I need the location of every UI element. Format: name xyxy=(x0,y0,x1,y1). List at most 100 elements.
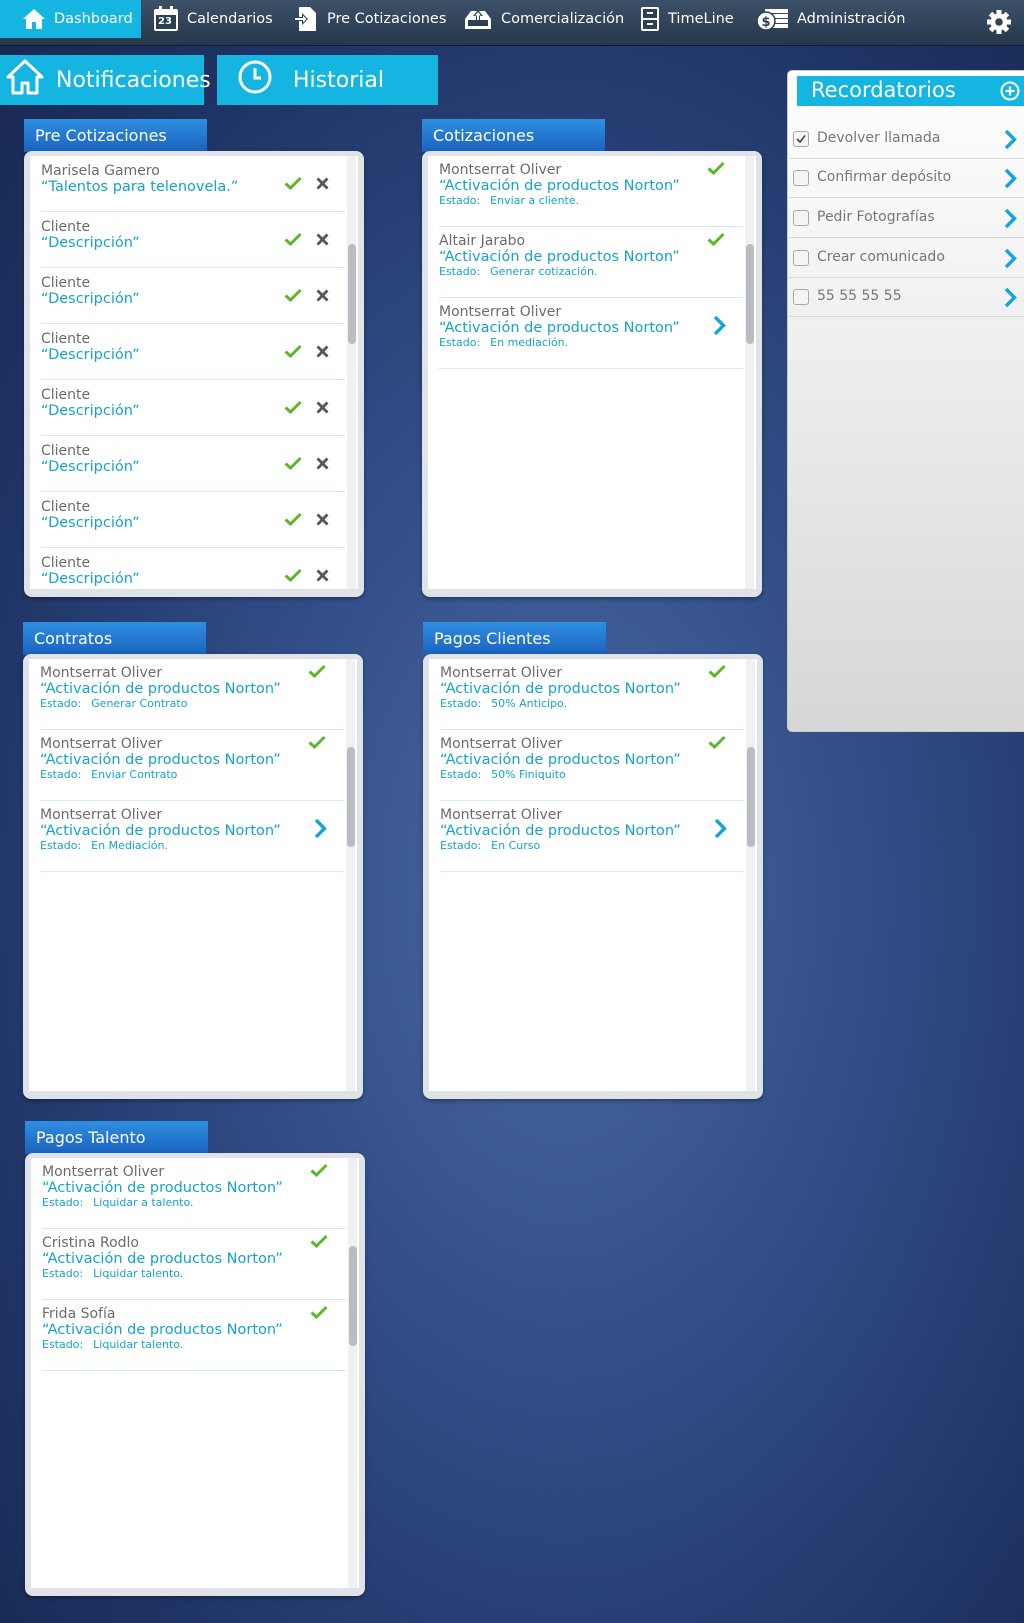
close-icon[interactable] xyxy=(316,343,329,362)
close-icon[interactable] xyxy=(316,287,329,306)
list-item[interactable]: Cliente “Descripción” xyxy=(41,268,345,324)
calendar-day: 23 xyxy=(158,16,172,27)
check-icon[interactable] xyxy=(284,455,302,474)
list-item[interactable]: Marisela Gamero “Talentos para telenovela… xyxy=(41,156,345,212)
close-icon[interactable] xyxy=(316,399,329,418)
reminder-item[interactable]: Pedir Fotografías xyxy=(789,198,1024,238)
scroll-thumb[interactable] xyxy=(347,747,355,847)
scrollbar[interactable] xyxy=(347,156,356,589)
check-icon[interactable] xyxy=(284,343,302,362)
check-icon[interactable] xyxy=(310,1233,328,1252)
list-item[interactable]: Frida Sofía “Activación de productos Nort… xyxy=(42,1300,346,1371)
scrollbar[interactable] xyxy=(348,1158,357,1588)
nav-administracion[interactable]: $ Administración xyxy=(757,0,905,38)
status-label: Estado: xyxy=(439,265,481,278)
reminder-checkbox[interactable] xyxy=(793,250,809,266)
status-value: 50% Anticipo. xyxy=(491,697,568,710)
list-item[interactable]: Montserrat Oliver “Activación de producto… xyxy=(440,801,744,872)
close-icon[interactable] xyxy=(316,175,329,194)
scroll-thumb[interactable] xyxy=(349,1246,357,1346)
check-icon[interactable] xyxy=(284,287,302,306)
item-description: “Activación de productos Norton” xyxy=(40,823,281,839)
list-item[interactable]: Altair Jarabo “Activación de productos No… xyxy=(439,227,743,298)
nav-timeline[interactable]: TimeLine xyxy=(640,0,734,38)
add-circle-icon[interactable] xyxy=(1000,81,1020,106)
list-item[interactable]: Montserrat Oliver “Activación de producto… xyxy=(40,801,344,872)
list-item[interactable]: Montserrat Oliver “Activación de producto… xyxy=(40,730,344,801)
chevron-right-icon[interactable] xyxy=(1004,287,1017,312)
reminder-checkbox[interactable] xyxy=(793,170,809,186)
scrollbar[interactable] xyxy=(346,659,355,1091)
scrollbar[interactable] xyxy=(746,659,755,1091)
item-client: Montserrat Oliver xyxy=(440,807,563,823)
nav-comercializacion-label: Comercialización xyxy=(501,11,625,27)
check-icon[interactable] xyxy=(708,663,726,682)
chevron-right-icon[interactable] xyxy=(714,818,727,843)
gear-icon[interactable] xyxy=(986,9,1012,35)
list-item[interactable]: Cliente “Descripción” xyxy=(41,212,345,268)
item-client: Montserrat Oliver xyxy=(40,736,163,752)
check-icon[interactable] xyxy=(310,1162,328,1181)
cotizaciones-title: Cotizaciones xyxy=(422,119,605,152)
chevron-right-icon[interactable] xyxy=(1004,208,1017,233)
check-icon[interactable] xyxy=(284,231,302,250)
list-item[interactable]: Cliente “Descripción” xyxy=(41,492,345,548)
list-item[interactable]: Cliente “Descripción” xyxy=(41,548,345,589)
list-item[interactable]: Montserrat Oliver “Activación de producto… xyxy=(439,156,743,227)
reminder-item[interactable]: 55 55 55 55 xyxy=(789,277,1024,317)
reminder-item[interactable]: Confirmar depósito xyxy=(789,158,1024,198)
item-status: Estado: Liquidar a talento. xyxy=(42,1196,346,1209)
list-item[interactable]: Cliente “Descripción” xyxy=(41,380,345,436)
check-icon[interactable] xyxy=(707,231,725,250)
list-item[interactable]: Montserrat Oliver “Activación de producto… xyxy=(440,730,744,801)
check-icon[interactable] xyxy=(308,663,326,682)
scroll-thumb[interactable] xyxy=(348,244,356,344)
tab-historial[interactable]: Historial xyxy=(217,55,438,105)
check-icon[interactable] xyxy=(284,399,302,418)
list-item[interactable]: Montserrat Oliver “Activación de producto… xyxy=(439,298,743,369)
reminder-checkbox[interactable] xyxy=(793,210,809,226)
close-icon[interactable] xyxy=(316,231,329,250)
scroll-thumb[interactable] xyxy=(747,747,755,847)
check-icon[interactable] xyxy=(708,734,726,753)
nav-calendarios-label: Calendarios xyxy=(187,11,273,27)
nav-dashboard[interactable]: Dashboard xyxy=(0,0,141,38)
inbox-upload-icon xyxy=(463,7,493,31)
tab-notificaciones[interactable]: Notificaciones xyxy=(0,55,211,105)
item-description: “Activación de productos Norton” xyxy=(440,823,681,839)
item-status: Estado: Liquidar talento. xyxy=(42,1338,346,1351)
check-icon[interactable] xyxy=(284,175,302,194)
status-label: Estado: xyxy=(40,768,82,781)
check-icon[interactable] xyxy=(707,160,725,179)
nav-calendarios[interactable]: 23 Calendarios xyxy=(153,0,273,38)
check-icon[interactable] xyxy=(284,511,302,530)
check-icon[interactable] xyxy=(310,1304,328,1323)
list-item[interactable]: Montserrat Oliver “Activación de producto… xyxy=(42,1158,346,1229)
scroll-thumb[interactable] xyxy=(746,244,754,344)
nav-comercializacion[interactable]: Comercialización xyxy=(463,0,624,38)
chevron-right-icon[interactable] xyxy=(1004,248,1017,273)
chevron-right-icon[interactable] xyxy=(1004,168,1017,193)
reminder-checkbox[interactable] xyxy=(793,289,809,305)
chevron-right-icon[interactable] xyxy=(1004,129,1017,154)
reminder-item[interactable]: Crear comunicado xyxy=(789,238,1024,278)
close-icon[interactable] xyxy=(316,567,329,586)
scrollbar[interactable] xyxy=(745,156,754,589)
chevron-right-icon[interactable] xyxy=(713,315,726,340)
item-client: Montserrat Oliver xyxy=(440,736,563,752)
close-icon[interactable] xyxy=(316,511,329,530)
list-item[interactable]: Cliente “Descripción” xyxy=(41,436,345,492)
chevron-right-icon[interactable] xyxy=(314,818,327,843)
list-item[interactable]: Cristina Rodlo “Activación de productos N… xyxy=(42,1229,346,1300)
recordatorios-title: Recordatorios xyxy=(811,78,956,102)
check-icon[interactable] xyxy=(308,734,326,753)
nav-pre-cotizaciones[interactable]: Pre Cotizaciones xyxy=(293,0,446,38)
reminder-item[interactable]: Devolver llamada xyxy=(789,119,1024,159)
list-item[interactable]: Cliente “Descripción” xyxy=(41,324,345,380)
item-client: Montserrat Oliver xyxy=(439,162,562,178)
close-icon[interactable] xyxy=(316,455,329,474)
list-item[interactable]: Montserrat Oliver “Activación de producto… xyxy=(440,659,744,730)
list-item[interactable]: Montserrat Oliver “Activación de producto… xyxy=(40,659,344,730)
check-icon[interactable] xyxy=(284,567,302,586)
reminder-checkbox[interactable] xyxy=(793,131,809,147)
